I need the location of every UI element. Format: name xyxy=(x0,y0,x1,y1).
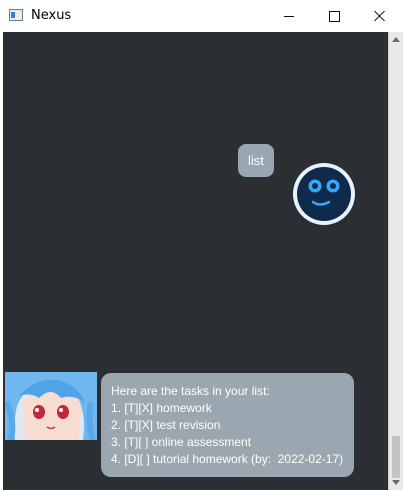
scrollbar-thumb[interactable] xyxy=(392,436,400,478)
scroll-up-icon[interactable] xyxy=(392,37,400,42)
scroll-down-icon[interactable] xyxy=(392,480,400,485)
title-bar[interactable]: Nexus xyxy=(0,0,403,32)
task-item: 1. [T][X] homework xyxy=(111,401,212,415)
task-item: 4. [D][ ] tutorial homework (by: 2022-02… xyxy=(111,452,344,466)
robot-avatar-icon xyxy=(293,163,355,225)
window-title: Nexus xyxy=(31,8,72,23)
anime-girl-avatar-icon xyxy=(5,372,97,440)
close-button[interactable] xyxy=(357,0,403,32)
task-item: 3. [T][ ] online assessment xyxy=(111,435,252,449)
window-app-icon xyxy=(9,9,23,21)
maximize-button[interactable] xyxy=(311,0,357,32)
vertical-scrollbar[interactable] xyxy=(388,32,403,490)
app-window: Nexus list Here are the tasks in your li… xyxy=(0,0,403,490)
minimize-icon xyxy=(284,15,294,17)
chat-scroll-pane[interactable]: list Here are the tasks in your list: 1.… xyxy=(3,32,388,490)
bot-reply-bubble: Here are the tasks in your list: 1. [T][… xyxy=(101,373,354,477)
maximize-icon xyxy=(328,10,340,22)
task-item: 2. [T][X] test revision xyxy=(111,418,221,432)
close-icon xyxy=(374,10,386,22)
bot-reply-line: Here are the tasks in your list: xyxy=(111,384,270,398)
user-message-bubble: list xyxy=(238,144,274,177)
minimize-button[interactable] xyxy=(266,0,312,32)
